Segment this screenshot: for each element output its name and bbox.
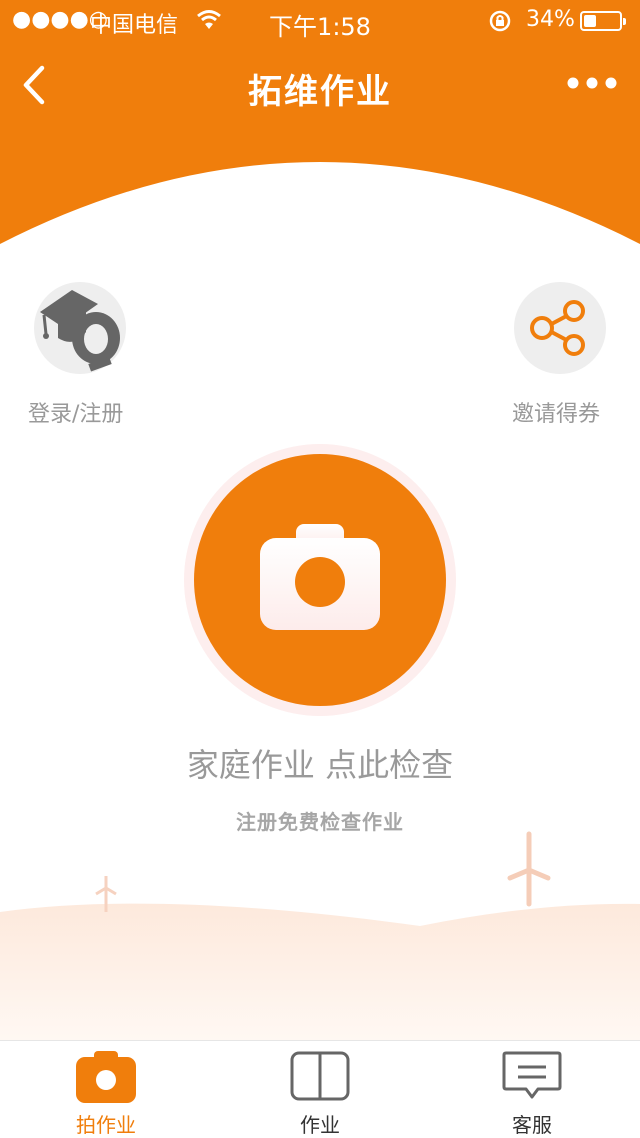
invite-label[interactable]: 邀请得券 (512, 396, 600, 428)
tab-homework[interactable]: 作业 (250, 1041, 390, 1137)
tab-homework-label: 作业 (300, 1113, 340, 1137)
tab-customer-service-label: 客服 (512, 1113, 552, 1137)
page-title: 拓维作业 (248, 72, 392, 112)
more-options-button[interactable] (564, 66, 620, 100)
invite-button[interactable] (514, 282, 606, 374)
tab-take-photo[interactable]: 拍作业 (36, 1041, 176, 1137)
tab-customer-service[interactable]: 客服 (462, 1041, 602, 1137)
camera-icon (76, 1051, 136, 1103)
rotation-lock-icon (489, 10, 511, 32)
landscape-decoration (0, 831, 640, 1040)
login-register-button[interactable] (34, 282, 126, 374)
tab-take-photo-label: 拍作业 (76, 1113, 136, 1137)
status-bar: ●●●●○ 中国电信 下午1:58 34% (0, 0, 640, 41)
graduation-cap-logo-icon (40, 290, 120, 372)
login-register-label[interactable]: 登录/注册 (28, 396, 123, 428)
camera-icon (260, 524, 380, 630)
share-icon (530, 300, 585, 356)
battery-percent: 34% (526, 7, 575, 32)
check-homework-title[interactable]: 家庭作业 点此检查 (0, 740, 640, 786)
tab-bar: 拍作业 作业 客服 (0, 1040, 640, 1137)
take-photo-button[interactable] (194, 454, 446, 706)
battery-level (584, 15, 596, 27)
book-icon (290, 1051, 350, 1101)
battery-icon (580, 11, 626, 31)
message-icon (502, 1051, 562, 1099)
